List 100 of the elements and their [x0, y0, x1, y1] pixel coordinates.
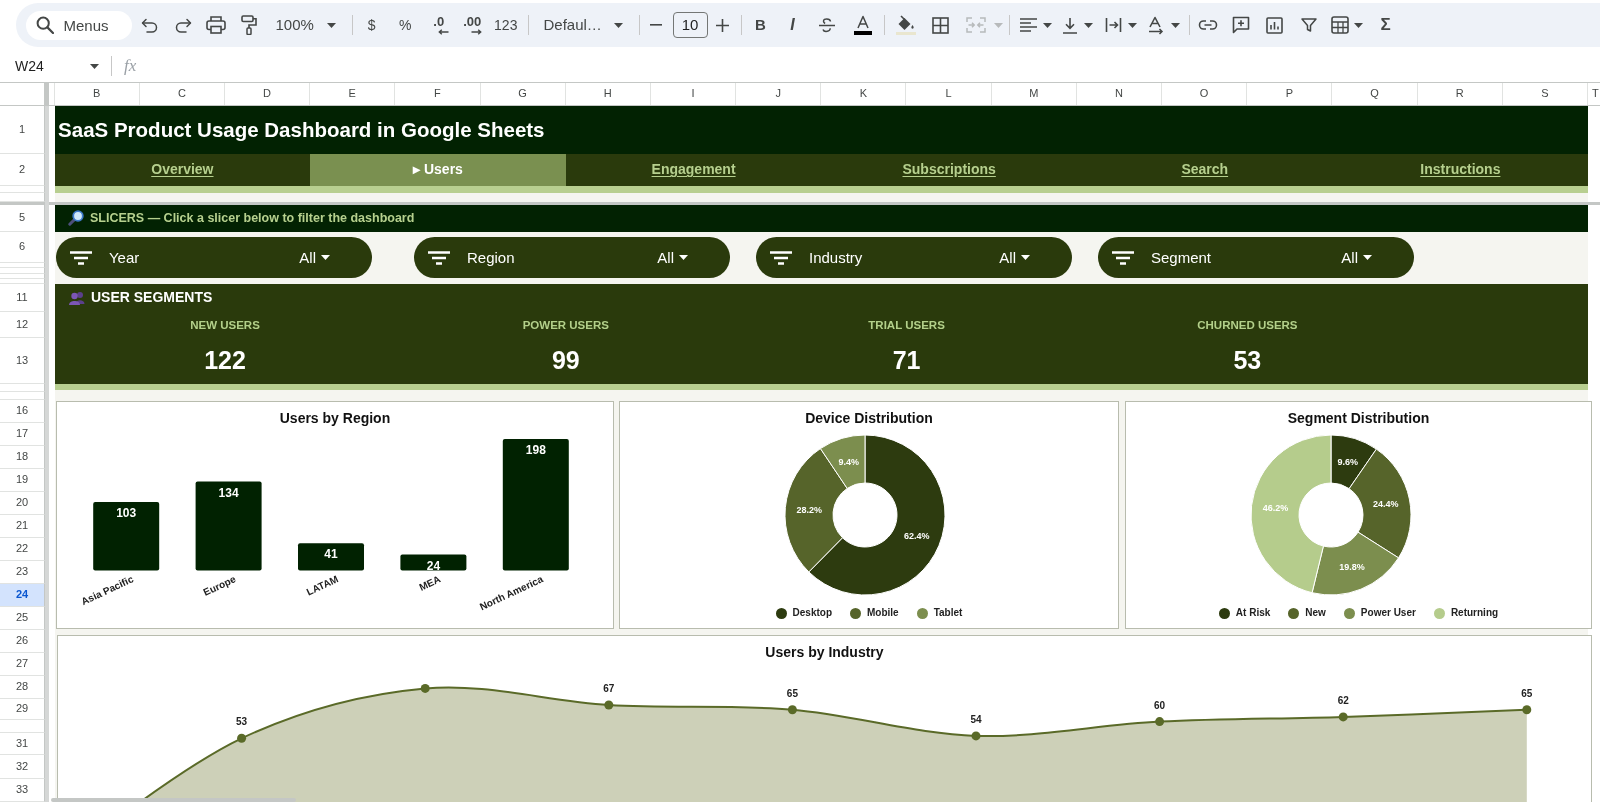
slice-label: 9.4% [838, 456, 859, 467]
nav-tab[interactable]: Search [1076, 153, 1333, 186]
text-rotation-icon[interactable] [1147, 15, 1165, 35]
decrease-decimal-button[interactable]: .0 [422, 10, 456, 40]
column-header[interactable]: P [1247, 83, 1333, 105]
print-icon[interactable] [206, 16, 226, 34]
nav-tab[interactable]: ▸ Users [310, 153, 566, 186]
grid-icon[interactable] [931, 16, 949, 34]
minus-icon[interactable] [649, 24, 662, 26]
font-dropdown[interactable]: Defaul… [543, 16, 602, 34]
data-label: 24 [426, 558, 441, 573]
column-header[interactable]: B [54, 83, 140, 105]
nav-tab[interactable]: Engagement [565, 153, 822, 186]
caret-icon[interactable] [614, 22, 623, 28]
strikethrough-icon[interactable] [817, 17, 836, 33]
data-point [1155, 717, 1165, 727]
font-size-field[interactable]: 10 [672, 12, 708, 38]
text-color-icon[interactable] [853, 15, 872, 35]
column-header[interactable]: H [565, 83, 651, 105]
slicer[interactable]: Segment All [1098, 237, 1414, 279]
slicer-dropdown[interactable]: All [657, 248, 688, 267]
slicer-dropdown[interactable]: All [999, 248, 1030, 267]
data-label: 41 [324, 547, 338, 562]
italic-button[interactable]: I [777, 10, 808, 40]
increase-decimal-button[interactable]: .00 [455, 10, 489, 40]
bold-button[interactable]: B [743, 10, 778, 40]
column-header[interactable]: D [224, 83, 311, 105]
column-header[interactable]: M [991, 83, 1077, 105]
data-point [237, 733, 247, 743]
paint-roller-icon[interactable] [241, 15, 257, 35]
paint-bucket-icon[interactable] [895, 15, 916, 35]
nav-tab[interactable]: Overview [54, 153, 311, 186]
format-button[interactable]: $ [355, 10, 389, 40]
horizontal-scrollbar[interactable] [51, 798, 296, 802]
kpi-value: 99 [551, 345, 580, 375]
slicer[interactable]: Year All [56, 237, 372, 279]
link-icon[interactable] [1197, 20, 1218, 30]
caret-icon[interactable] [1084, 22, 1093, 28]
plus-icon[interactable] [716, 18, 729, 32]
kpi-value: 53 [1233, 345, 1262, 375]
caret-icon[interactable] [89, 63, 99, 69]
caret-icon [1363, 255, 1372, 261]
redo-icon[interactable] [174, 17, 192, 33]
align-left-icon[interactable] [1019, 18, 1037, 32]
column-header[interactable]: O [1162, 83, 1248, 105]
column-header[interactable]: C [139, 83, 225, 105]
zoom-dropdown[interactable]: 100% [275, 16, 314, 34]
column-header[interactable]: F [395, 83, 481, 105]
row-header[interactable]: 24 [0, 584, 45, 607]
column-header[interactable]: L [906, 83, 992, 105]
add-comment-icon[interactable] [1232, 16, 1250, 34]
column-header[interactable]: J [736, 83, 822, 105]
text-wrap-icon[interactable] [1104, 17, 1122, 33]
caret-icon[interactable] [1171, 22, 1180, 28]
legend-label: At Risk [1235, 607, 1271, 619]
column-header[interactable]: G [480, 83, 566, 105]
slicer-dropdown[interactable]: All [1341, 248, 1372, 267]
kpi-value: 71 [892, 345, 921, 375]
nav-tab[interactable]: Instructions [1332, 153, 1589, 186]
slicer[interactable]: Industry All [756, 237, 1072, 279]
chart-title: Segment Distribution [1287, 409, 1430, 427]
caret-icon [679, 255, 688, 261]
search-field[interactable]: Menus [25, 10, 132, 40]
slice-label: 9.6% [1337, 456, 1358, 467]
column-header[interactable]: N [1076, 83, 1163, 105]
align-bottom-icon[interactable] [1062, 16, 1078, 34]
undo-icon[interactable] [140, 17, 158, 33]
column-header[interactable]: I [650, 83, 737, 105]
magnifier-icon [68, 210, 84, 227]
bar-chart-icon[interactable] [1266, 16, 1283, 34]
data-point [1522, 705, 1532, 715]
people-icon [68, 290, 85, 305]
column-header[interactable]: Q [1332, 83, 1418, 105]
chart-title: Users by Industry [765, 643, 884, 661]
caret-icon[interactable] [1353, 22, 1363, 28]
slicer-dropdown[interactable]: All [299, 248, 330, 267]
column-header[interactable]: E [310, 83, 396, 105]
column-header[interactable]: R [1417, 83, 1503, 105]
arrow-right-icon [471, 28, 483, 35]
legend-label: Returning [1450, 607, 1499, 619]
column-header[interactable]: T [1587, 83, 1600, 105]
nav-tab[interactable]: Subscriptions [821, 153, 1077, 186]
section-title: SLICERS — Click a slicer below to filter the dashboard [90, 210, 415, 226]
format-button[interactable]: % [388, 10, 422, 40]
caret-icon[interactable] [326, 22, 336, 28]
funnel-icon[interactable] [1300, 18, 1317, 32]
filter-icon [70, 250, 92, 265]
kpi-value: 122 [204, 345, 246, 375]
caret-icon[interactable] [1042, 22, 1052, 28]
column-header[interactable]: K [821, 83, 907, 105]
data-point [604, 700, 614, 710]
caret-icon [1021, 255, 1030, 261]
caret-icon[interactable] [1127, 22, 1137, 28]
slicer[interactable]: Region All [414, 237, 730, 279]
data-label: 62 [1337, 694, 1349, 706]
column-header[interactable]: S [1502, 83, 1588, 105]
table-icon[interactable] [1330, 16, 1349, 34]
format-button[interactable]: 123 [489, 10, 523, 40]
name-box[interactable]: W24 [0, 53, 106, 79]
functions-button[interactable]: Σ [1367, 10, 1404, 40]
